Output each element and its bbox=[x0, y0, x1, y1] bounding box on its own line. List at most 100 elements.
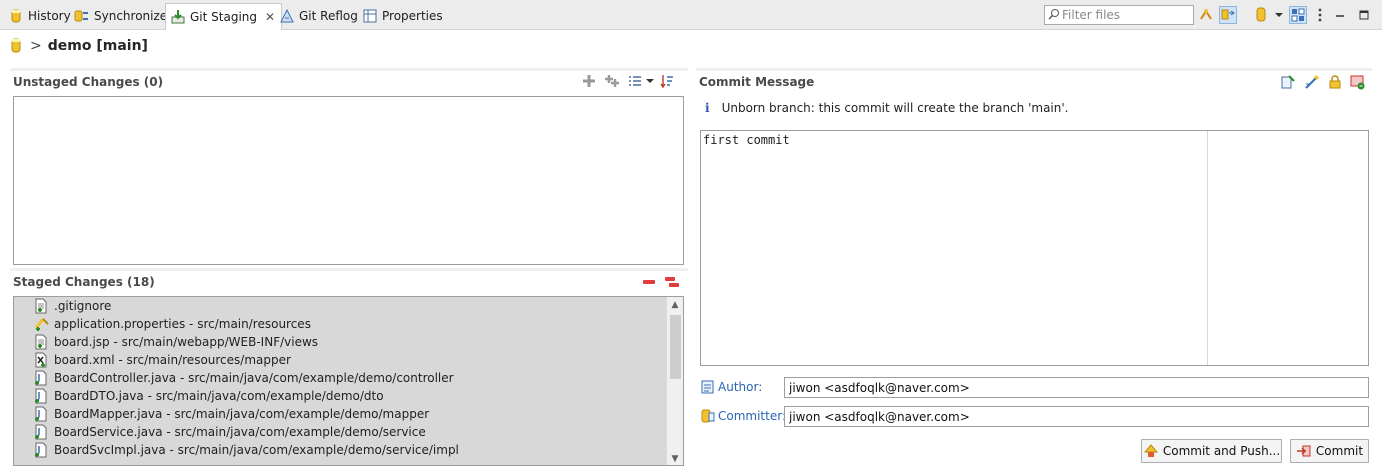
unstaged-changes-title: Unstaged Changes (0) bbox=[13, 75, 164, 89]
stage-all-icon[interactable] bbox=[604, 74, 620, 88]
push-icon bbox=[1143, 443, 1159, 459]
close-tab-icon[interactable]: ✕ bbox=[265, 10, 275, 24]
staged-list-scrollbar[interactable]: ▲ ▼ bbox=[666, 297, 683, 465]
amend-icon[interactable] bbox=[1280, 74, 1296, 90]
history-icon bbox=[8, 8, 24, 24]
commit-and-push-button[interactable]: Commit and Push... bbox=[1141, 439, 1282, 463]
scrollbar-thumb[interactable] bbox=[670, 315, 681, 379]
filter-files-field[interactable] bbox=[1044, 5, 1194, 25]
repo-separator: > bbox=[30, 38, 42, 54]
tab-label: History bbox=[28, 9, 71, 23]
filter-files-input[interactable] bbox=[1062, 8, 1188, 22]
committer-icon bbox=[700, 408, 716, 424]
repository-icon bbox=[10, 38, 22, 54]
commit-button[interactable]: Commit bbox=[1290, 439, 1369, 463]
staged-file-label: .gitignore bbox=[54, 299, 112, 313]
staged-file-label: BoardMapper.java - src/main/java/com/exa… bbox=[54, 407, 430, 421]
committer-label-text: Committer: bbox=[718, 409, 786, 423]
author-icon bbox=[700, 379, 716, 395]
author-input[interactable] bbox=[784, 377, 1369, 398]
staged-file-item[interactable]: application.properties - src/main/resour… bbox=[14, 315, 683, 333]
tab-synchronize[interactable]: Synchronize bbox=[70, 3, 173, 29]
tab-label: Git Reflog bbox=[299, 9, 358, 23]
chevron-down-icon[interactable] bbox=[1270, 6, 1288, 24]
staged-file-item[interactable]: board.xml - src/main/resources/mapper bbox=[14, 351, 683, 369]
staged-file-label: board.jsp - src/main/webapp/WEB-INF/view… bbox=[54, 335, 319, 349]
staged-file-label: board.xml - src/main/resources/mapper bbox=[54, 353, 291, 367]
text-file-added-icon bbox=[34, 334, 50, 350]
commit-message-toolbar bbox=[1272, 74, 1366, 90]
commit-label: Commit bbox=[1315, 444, 1364, 458]
signed-off-icon[interactable] bbox=[1304, 74, 1320, 90]
search-icon bbox=[1048, 8, 1060, 23]
staged-file-item[interactable]: BoardMapper.java - src/main/java/com/exa… bbox=[14, 405, 683, 423]
sign-commit-lock-icon[interactable] bbox=[1328, 74, 1342, 90]
properties-file-added-icon bbox=[34, 316, 50, 332]
message-margin-line bbox=[1207, 131, 1208, 365]
commit-icon bbox=[1296, 443, 1312, 459]
chevron-down-icon[interactable] bbox=[646, 77, 654, 85]
git-staging-icon bbox=[170, 9, 186, 25]
staged-file-item[interactable]: BoardSvcImpl.java - src/main/java/com/ex… bbox=[14, 441, 683, 459]
scroll-down-icon[interactable]: ▼ bbox=[667, 451, 683, 465]
repository-icon[interactable] bbox=[1252, 6, 1270, 24]
compare-mode-icon[interactable] bbox=[1197, 6, 1215, 24]
java-file-added-icon bbox=[34, 406, 50, 422]
unstaged-files-list[interactable] bbox=[13, 96, 684, 265]
presentation-list-icon[interactable] bbox=[628, 75, 642, 87]
staged-changes-title: Staged Changes (18) bbox=[13, 275, 155, 289]
staged-toolbar bbox=[634, 276, 680, 288]
repository-name: demo [main] bbox=[47, 38, 148, 54]
maximize-icon[interactable] bbox=[1355, 6, 1373, 24]
commit-and-push-label: Commit and Push... bbox=[1162, 444, 1281, 458]
java-file-added-icon bbox=[34, 388, 50, 404]
staged-file-item[interactable]: BoardService.java - src/main/java/com/ex… bbox=[14, 423, 683, 441]
commit-message-input[interactable] bbox=[703, 133, 1203, 361]
view-tab-bar: History Synchronize Git Staging ✕ Git Re… bbox=[0, 0, 1382, 30]
unstage-selected-icon[interactable] bbox=[642, 278, 656, 286]
tab-label: Git Staging bbox=[190, 10, 258, 24]
info-icon: i bbox=[705, 101, 710, 115]
tab-git-reflog[interactable]: Git Reflog bbox=[275, 3, 364, 29]
unstaged-toolbar bbox=[574, 74, 674, 88]
stage-selected-icon[interactable] bbox=[582, 74, 596, 88]
committer-input[interactable] bbox=[784, 406, 1369, 427]
staged-file-label: BoardSvcImpl.java - src/main/java/com/ex… bbox=[54, 443, 459, 457]
staged-file-item[interactable]: BoardDTO.java - src/main/java/com/exampl… bbox=[14, 387, 683, 405]
staged-file-item[interactable]: BoardController.java - src/main/java/com… bbox=[14, 369, 683, 387]
text-file-added-icon bbox=[34, 298, 50, 314]
sort-icon[interactable] bbox=[660, 74, 674, 88]
staged-file-item[interactable]: board.jsp - src/main/webapp/WEB-INF/view… bbox=[14, 333, 683, 351]
info-text: Unborn branch: this commit will create t… bbox=[721, 101, 1069, 115]
view-menu-icon[interactable] bbox=[1311, 6, 1329, 24]
tab-label: Properties bbox=[382, 9, 443, 23]
staged-file-item[interactable]: .gitignore bbox=[14, 297, 683, 315]
repository-header: > demo [main] bbox=[10, 36, 148, 56]
tab-history[interactable]: History bbox=[4, 3, 77, 29]
committer-label[interactable]: Committer: bbox=[700, 406, 786, 426]
author-label[interactable]: Author: bbox=[700, 377, 762, 397]
synchronize-icon bbox=[74, 8, 90, 24]
xml-file-added-icon bbox=[34, 352, 50, 368]
tab-label: Synchronize bbox=[94, 9, 168, 23]
author-label-text: Author: bbox=[718, 380, 763, 394]
commit-message-title: Commit Message bbox=[699, 75, 815, 89]
git-reflog-icon bbox=[279, 8, 295, 24]
staged-file-label: BoardService.java - src/main/java/com/ex… bbox=[54, 425, 426, 439]
layout-toggle-icon[interactable] bbox=[1289, 6, 1307, 24]
unborn-branch-info: i Unborn branch: this commit will create… bbox=[705, 99, 1068, 117]
unstage-all-icon[interactable] bbox=[664, 276, 680, 288]
scroll-up-icon[interactable]: ▲ bbox=[667, 297, 683, 313]
minimize-icon[interactable] bbox=[1331, 6, 1349, 24]
staged-file-label: BoardController.java - src/main/java/com… bbox=[54, 371, 454, 385]
change-id-icon[interactable] bbox=[1350, 74, 1366, 90]
tab-properties[interactable]: Properties bbox=[358, 3, 449, 29]
staged-file-label: application.properties - src/main/resour… bbox=[54, 317, 311, 331]
java-file-added-icon bbox=[34, 424, 50, 440]
link-selection-icon[interactable] bbox=[1219, 6, 1237, 24]
staged-files-list[interactable]: .gitignore application.properties - src/m… bbox=[13, 296, 684, 466]
properties-icon bbox=[362, 8, 378, 24]
tab-git-staging[interactable]: Git Staging ✕ bbox=[165, 3, 283, 30]
java-file-added-icon bbox=[34, 442, 50, 458]
staged-file-label: BoardDTO.java - src/main/java/com/exampl… bbox=[54, 389, 384, 403]
